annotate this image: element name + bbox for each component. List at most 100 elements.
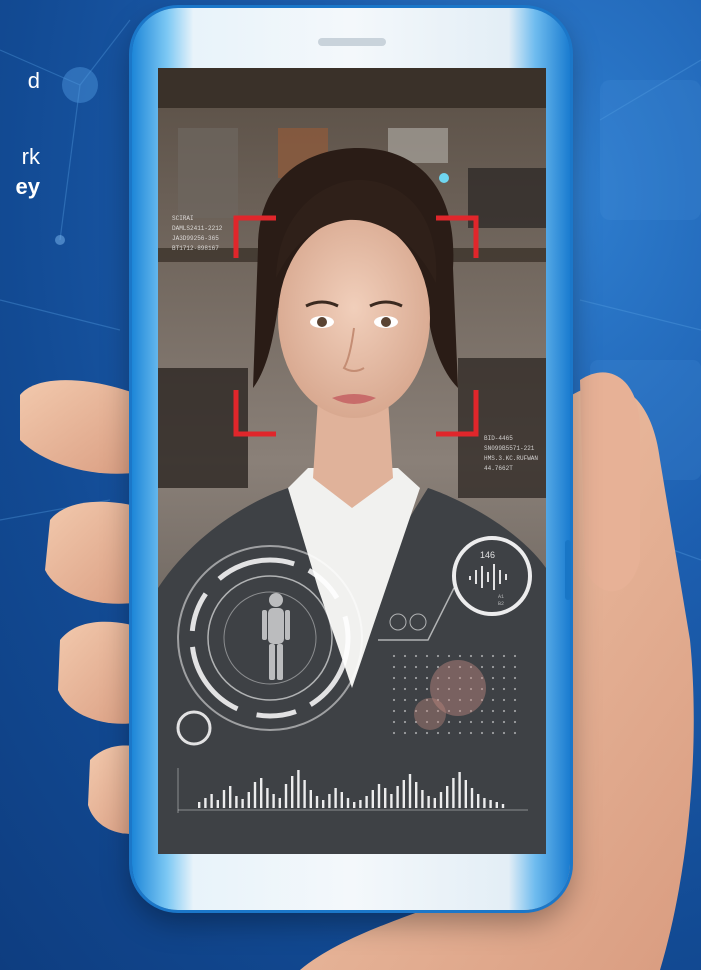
spectrum-bar	[328, 794, 331, 808]
spectrum-bar	[390, 794, 393, 808]
spectrum-bar	[303, 780, 306, 808]
grid-dot	[491, 687, 495, 691]
grid-dot	[403, 709, 407, 713]
grid-dot	[414, 687, 418, 691]
spectrum-bar	[291, 776, 294, 808]
grid-dot	[403, 731, 407, 735]
spectrum-bar	[446, 786, 449, 808]
spectrum-bar	[377, 784, 381, 808]
spectrum-bar	[284, 784, 288, 808]
grid-dot	[436, 654, 440, 658]
grid-dot	[513, 687, 517, 691]
svg-text:146: 146	[480, 550, 495, 560]
spectrum-bar	[235, 796, 238, 808]
grid-dot	[491, 654, 495, 658]
spectrum-bar	[278, 798, 281, 808]
spectrum-bar	[427, 796, 430, 808]
grid-dot	[480, 731, 484, 735]
grid-dot	[502, 709, 506, 713]
spectrum-bar	[501, 804, 505, 808]
grid-dot	[502, 687, 506, 691]
grid-dot	[502, 665, 506, 669]
svg-text:44.7662T: 44.7662T	[484, 465, 513, 472]
spectrum-bar	[415, 782, 418, 808]
grid-dot	[480, 709, 484, 713]
grid-dot	[491, 709, 495, 713]
grid-dot	[392, 687, 396, 691]
spectrum-bar	[260, 778, 263, 808]
phone-side-button	[565, 540, 571, 600]
spectrum-bar	[408, 774, 412, 808]
grid-dot	[425, 654, 429, 658]
spectrum-bar	[340, 792, 343, 808]
grid-dot	[513, 731, 517, 735]
grid-dot	[392, 698, 396, 702]
grid-dot	[491, 665, 495, 669]
spectrum-bar	[452, 778, 455, 808]
grid-dot	[502, 654, 506, 658]
grid-dot	[513, 698, 517, 702]
svg-text:HMS.3.KC.RUFWAN: HMS.3.KC.RUFWAN	[484, 455, 538, 462]
grid-dot	[425, 665, 429, 669]
grid-dot	[491, 698, 495, 702]
grid-dot	[403, 698, 407, 702]
grid-dot	[403, 676, 407, 680]
grid-dot	[436, 731, 440, 735]
grid-dot	[403, 687, 407, 691]
grid-dot	[480, 654, 484, 658]
svg-text:A1: A1	[498, 594, 504, 600]
spectrum-bar	[309, 790, 312, 808]
grid-dot	[491, 731, 495, 735]
grid-dot	[491, 676, 495, 680]
grid-dot	[392, 720, 396, 724]
grid-dot	[403, 665, 407, 669]
spectrum-bar	[495, 802, 498, 808]
svg-text:DAMLS2411-2212: DAMLS2411-2212	[172, 225, 223, 232]
grid-dot	[458, 654, 462, 658]
spectrum-bar	[334, 788, 337, 808]
spectrum-bar	[297, 770, 300, 808]
grid-dot	[392, 665, 396, 669]
grid-dot	[480, 720, 484, 724]
spectrum-bar	[489, 800, 492, 808]
spectrum-bar	[198, 802, 201, 808]
spectrum-bar	[241, 799, 244, 808]
grid-dot	[513, 665, 517, 669]
grid-dot	[392, 709, 396, 713]
spectrum-bar	[402, 780, 405, 808]
grid-dot	[458, 731, 462, 735]
spectrum-bar	[396, 786, 399, 808]
grid-dot	[502, 698, 506, 702]
spectrum-bar	[229, 786, 232, 808]
grid-dot	[513, 676, 517, 680]
grid-dot	[414, 676, 418, 680]
spectrum-bar	[216, 800, 219, 808]
spectrum-bar	[365, 796, 368, 808]
spectrum-bar	[322, 800, 325, 808]
grid-dot	[502, 676, 506, 680]
grid-dot	[491, 720, 495, 724]
spectrum-bar	[384, 788, 387, 808]
grid-dot	[513, 720, 517, 724]
spectrum-bar	[315, 796, 319, 808]
grid-dot	[502, 720, 506, 724]
grid-dot	[414, 665, 418, 669]
grid-dot	[469, 654, 473, 658]
grid-dot	[425, 676, 429, 680]
grid-dot	[447, 720, 451, 724]
grid-dot	[469, 731, 473, 735]
svg-text:SN099B5571-221: SN099B5571-221	[484, 445, 535, 452]
spectrum-bar	[421, 790, 424, 808]
grid-dot	[414, 698, 418, 702]
grid-dot	[502, 731, 506, 735]
spectrum-bar	[477, 794, 480, 808]
spectrum-bar	[204, 798, 207, 808]
grid-dot	[447, 731, 451, 735]
svg-text:SCIRAI: SCIRAI	[172, 215, 194, 222]
grid-dot	[403, 720, 407, 724]
spectrum-bar	[464, 780, 467, 808]
grid-dot	[425, 687, 429, 691]
spectrum-bar	[346, 798, 350, 808]
grid-dot	[425, 731, 429, 735]
spectrum-bar	[247, 792, 250, 808]
